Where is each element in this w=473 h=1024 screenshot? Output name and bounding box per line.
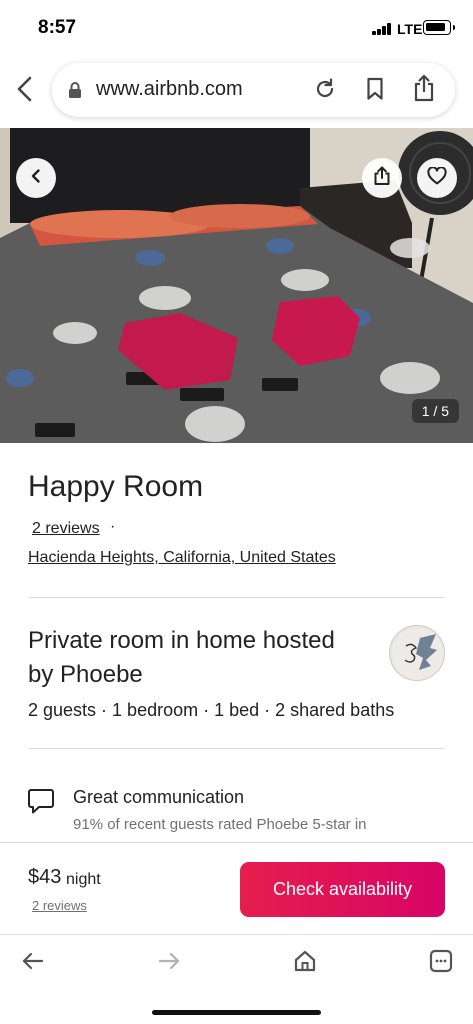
back-arrow-icon[interactable] [21, 949, 45, 973]
room-stats: 2 guests · 1 bedroom · 1 bed · 2 shared … [28, 700, 395, 720]
room-type-heading: Private room in home hosted by Phoebe [28, 627, 335, 688]
forward-arrow-icon[interactable] [157, 949, 181, 973]
address-bar[interactable]: www.airbnb.com [52, 63, 455, 117]
signal-icon [372, 23, 392, 35]
photo-counter: 1 / 5 [411, 399, 459, 423]
photo-save-button[interactable] [417, 158, 457, 198]
heart-icon [427, 165, 447, 190]
location-link[interactable]: Hacienda Heights, California, United Sta… [28, 549, 336, 567]
status-time: 8:57 [38, 17, 77, 38]
bedroom-photo-illustration [0, 128, 473, 443]
bookmark-icon[interactable] [366, 77, 384, 101]
network-type: LTE [397, 21, 423, 37]
status-bar: 8:57 LTE [0, 0, 473, 56]
highlight-title: Great communication [73, 787, 245, 807]
home-indicator [152, 1010, 321, 1015]
reviews-link[interactable]: 2 reviews [32, 520, 100, 538]
price-unit: night [66, 871, 101, 888]
host-avatar[interactable] [389, 625, 445, 681]
separator-dot: · [110, 518, 116, 535]
section-divider [28, 748, 445, 749]
listing-photo[interactable]: 1 / 5 [0, 128, 473, 443]
url-text[interactable]: www.airbnb.com [96, 78, 243, 101]
section-divider [28, 597, 445, 598]
listing-title: Happy Room [28, 470, 204, 503]
footer-reviews-link[interactable]: 2 reviews [32, 898, 87, 913]
booking-footer: $43 night 2 reviews Check availability [0, 842, 473, 934]
photo-back-button[interactable] [16, 158, 56, 198]
nightly-price: $43 [28, 866, 62, 888]
lock-icon [68, 81, 82, 99]
share-icon [373, 166, 391, 191]
check-availability-button[interactable]: Check availability [240, 862, 445, 917]
tabs-icon[interactable] [429, 949, 453, 973]
home-icon[interactable] [293, 949, 317, 973]
highlight-description: 91% of recent guests rated Phoebe 5-star… [73, 816, 367, 833]
chat-bubble-icon [26, 786, 56, 816]
battery-icon [423, 20, 455, 35]
share-icon[interactable] [413, 74, 435, 102]
reload-icon[interactable] [314, 77, 336, 101]
browser-back-chevron-icon[interactable] [14, 75, 38, 103]
chevron-left-icon [28, 168, 44, 189]
photo-share-button[interactable] [362, 158, 402, 198]
browser-toolbar [0, 934, 473, 1024]
